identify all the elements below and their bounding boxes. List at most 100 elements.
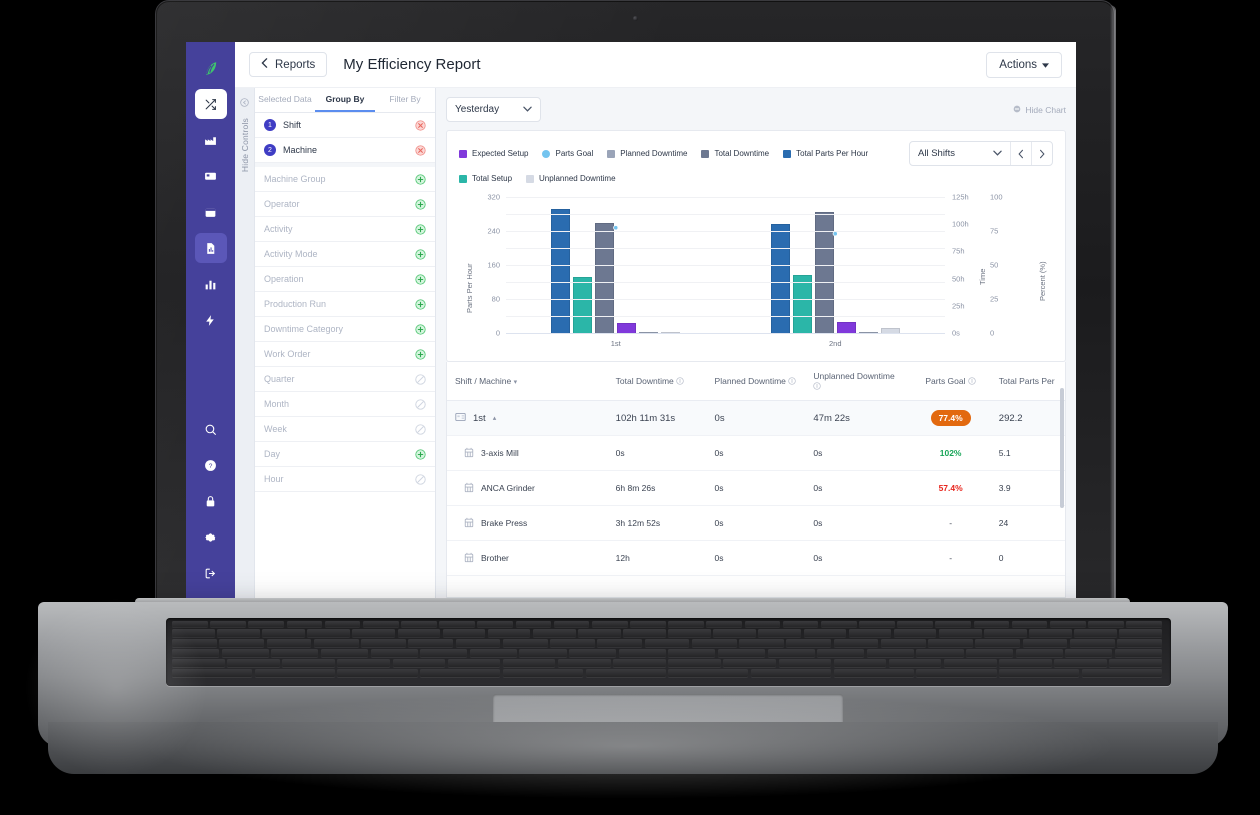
- sidebar-item-factory[interactable]: [195, 125, 227, 155]
- group-by-option-production-run[interactable]: Production Run: [255, 292, 435, 317]
- chevron-down-icon[interactable]: ▾: [514, 379, 518, 386]
- caret-up-icon[interactable]: ▴: [493, 414, 497, 422]
- col-unplanned-downtime[interactable]: Unplanned Downtime: [805, 362, 911, 401]
- add-icon[interactable]: [415, 198, 426, 210]
- legend-item-total-downtime[interactable]: Total Downtime: [701, 149, 769, 158]
- sidebar-item-lock[interactable]: [195, 486, 227, 516]
- legend-item-expected-setup[interactable]: Expected Setup: [459, 149, 528, 158]
- info-icon[interactable]: [968, 377, 976, 385]
- col-label: Unplanned Downtime: [813, 371, 895, 381]
- group-by-option-operator[interactable]: Operator: [255, 192, 435, 217]
- add-icon[interactable]: [415, 323, 426, 335]
- sidebar-item-report[interactable]: [194, 233, 227, 263]
- actions-button[interactable]: Actions: [986, 51, 1062, 78]
- legend-item-parts-goal[interactable]: Parts Goal: [542, 149, 593, 158]
- shift-prev-button[interactable]: [1010, 142, 1031, 165]
- table-row[interactable]: Brake Press 3h 12m 52s 0s 0s -24: [447, 505, 1065, 541]
- col-shift-machine[interactable]: Shift / Machine ▾: [447, 362, 608, 401]
- group-by-label: Operator: [264, 199, 300, 209]
- keyboard-key: [553, 621, 590, 627]
- info-icon[interactable]: [676, 377, 684, 385]
- table-group-row[interactable]: 1st ▴ 102h 11m 31s 0s 47m 22s 77.4% 292.2: [447, 400, 1065, 436]
- hide-chart-button[interactable]: Hide Chart: [1013, 105, 1066, 115]
- keyboard-key: [866, 649, 914, 657]
- keyboard-key: [271, 649, 319, 657]
- add-icon[interactable]: [415, 248, 426, 260]
- col-total-downtime[interactable]: Total Downtime: [607, 362, 707, 401]
- table-row[interactable]: Brother 12h 0s 0s -0: [447, 540, 1065, 576]
- legend-item-total-parts-per-hour[interactable]: Total Parts Per Hour: [783, 149, 868, 158]
- brand-logo-icon[interactable]: [186, 50, 235, 86]
- cell-planned-downtime: 0s: [706, 540, 806, 576]
- group-by-option-work-order[interactable]: Work Order: [255, 342, 435, 367]
- table-row[interactable]: 3-axis Mill 0s 0s 0s 102% 5.1: [447, 435, 1065, 471]
- sidebar-item-calendar[interactable]: [195, 197, 227, 227]
- group-by-option-operation[interactable]: Operation: [255, 267, 435, 292]
- sidebar-item-machine-monitor[interactable]: [195, 161, 227, 191]
- table-row[interactable]: ANCA Grinder 6h 8m 26s 0s 0s 57.4% 3.9: [447, 470, 1065, 506]
- group-by-option-downtime-category[interactable]: Downtime Category: [255, 317, 435, 342]
- group-by-option-machine-group[interactable]: Machine Group: [255, 167, 435, 192]
- col-total-parts-per[interactable]: Total Parts Per: [990, 362, 1065, 401]
- legend-item-total-setup[interactable]: Total Setup: [459, 174, 512, 183]
- tab-filter-by[interactable]: Filter By: [375, 88, 435, 112]
- sidebar-item-search[interactable]: [195, 414, 227, 444]
- tab-selected-data[interactable]: Selected Data: [255, 88, 315, 112]
- sidebar-item-shuffle[interactable]: [194, 89, 227, 119]
- add-icon[interactable]: [415, 173, 426, 185]
- keyboard-key: [1119, 629, 1162, 637]
- topbar: Reports My Efficiency Report Actions: [235, 42, 1076, 88]
- add-icon[interactable]: [415, 298, 426, 310]
- legend-item-planned-downtime[interactable]: Planned Downtime: [607, 149, 687, 158]
- keyboard-key: [935, 621, 972, 627]
- cell-total-downtime: 102h 11m 31s: [607, 400, 707, 436]
- table-scrollbar[interactable]: [1060, 388, 1064, 508]
- info-icon[interactable]: [788, 377, 796, 385]
- keyboard-key: [172, 629, 215, 637]
- sidebar-item-energy[interactable]: [195, 305, 227, 335]
- shift-next-button[interactable]: [1031, 142, 1052, 165]
- disabled-icon: [415, 473, 426, 485]
- legend-label: Total Downtime: [714, 149, 770, 158]
- info-icon[interactable]: [813, 382, 822, 390]
- col-parts-goal[interactable]: Parts Goal: [910, 362, 991, 401]
- date-range-select[interactable]: Yesterday: [446, 97, 541, 122]
- tab-group-by[interactable]: Group By: [315, 88, 375, 112]
- parts-goal-point[interactable]: [613, 225, 619, 231]
- keyboard-key: [1011, 621, 1048, 627]
- sidebar-item-logout[interactable]: [195, 558, 227, 588]
- cell-parts-goal: 57.4%: [910, 470, 991, 506]
- add-icon[interactable]: [415, 223, 426, 235]
- sidebar-item-settings[interactable]: [195, 522, 227, 552]
- group-by-option-activity-mode[interactable]: Activity Mode: [255, 242, 435, 267]
- keyboard-key: [975, 639, 1021, 647]
- group-by-option-hour: Hour: [255, 467, 435, 492]
- legend-item-unplanned-downtime[interactable]: Unplanned Downtime: [526, 174, 616, 183]
- back-label: Reports: [275, 58, 316, 71]
- remove-icon[interactable]: [415, 119, 426, 131]
- group-by-option-activity[interactable]: Activity: [255, 217, 435, 242]
- sidebar-item-analytics[interactable]: [195, 269, 227, 299]
- back-to-reports-button[interactable]: Reports: [249, 52, 328, 77]
- cell-unplanned-downtime: 0s: [805, 540, 911, 576]
- parts-goal-point[interactable]: [832, 231, 838, 237]
- remove-icon[interactable]: [415, 144, 426, 156]
- keyboard-key: [1029, 629, 1072, 637]
- group-by-option-day[interactable]: Day: [255, 442, 435, 467]
- keyboard-key: [487, 629, 531, 637]
- group-by-selected-shift[interactable]: 1 Shift: [255, 113, 435, 138]
- shift-select[interactable]: All Shifts: [910, 142, 1010, 165]
- sidebar-item-help[interactable]: ?: [195, 450, 227, 480]
- hide-controls-rail[interactable]: Hide Controls: [235, 88, 255, 598]
- collapse-icon[interactable]: [240, 94, 249, 112]
- shift-value: All Shifts: [918, 148, 955, 159]
- add-icon[interactable]: [415, 448, 426, 460]
- group-by-selected-machine[interactable]: 2 Machine: [255, 138, 435, 163]
- add-icon[interactable]: [415, 348, 426, 360]
- row-name: Brake Press: [481, 518, 528, 528]
- add-icon[interactable]: [415, 273, 426, 285]
- keyboard-key: [880, 639, 926, 647]
- col-planned-downtime[interactable]: Planned Downtime: [706, 362, 806, 401]
- keyboard-key: [1126, 621, 1162, 627]
- keyboard-key: [973, 621, 1010, 627]
